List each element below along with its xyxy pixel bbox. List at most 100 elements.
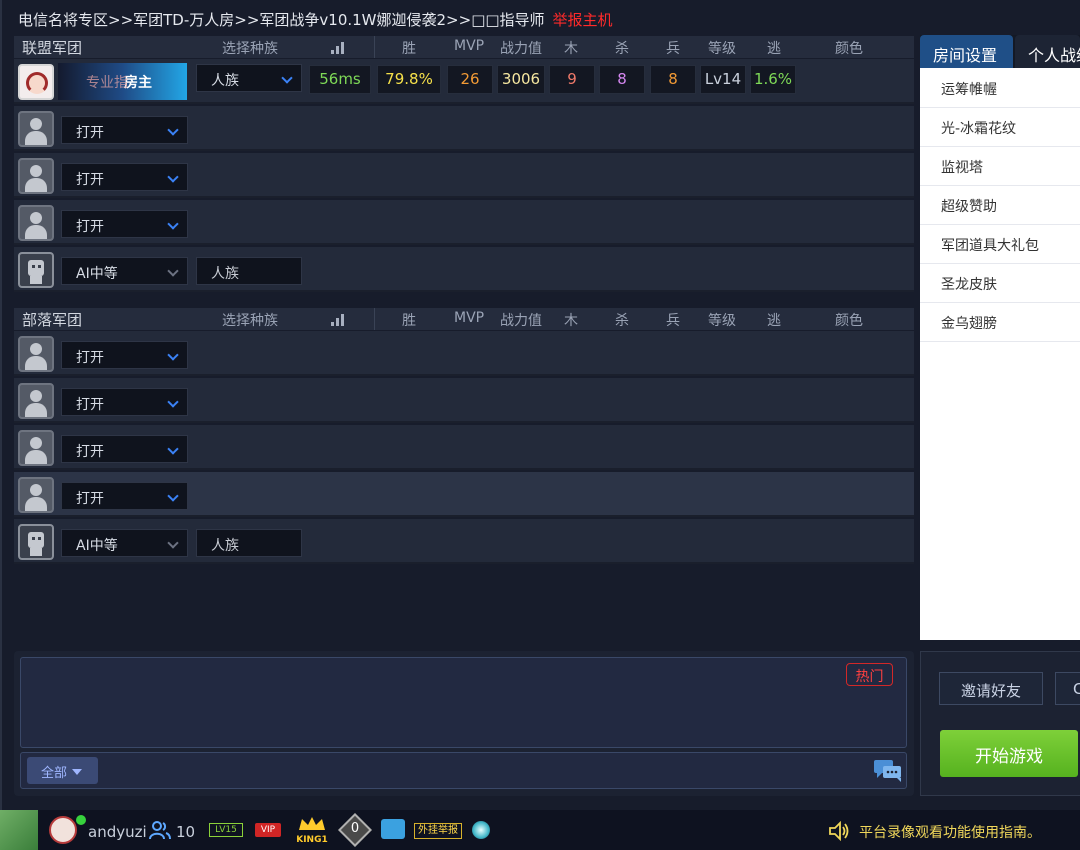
col-soldier: 兵 — [666, 313, 680, 329]
friends-icon[interactable] — [148, 820, 172, 840]
chevron-down-icon — [167, 171, 179, 183]
host-ping: 56ms — [309, 65, 371, 94]
horde-slot-row: 打开 — [14, 378, 914, 423]
robot-icon — [18, 524, 54, 560]
chevron-down-icon — [167, 218, 179, 230]
host-avatar[interactable] — [18, 64, 54, 100]
list-item[interactable]: 圣龙皮肤 — [920, 264, 1080, 303]
alliance-slot-row: 打开 — [14, 200, 914, 245]
briefcase-icon[interactable] — [381, 819, 405, 839]
list-item[interactable]: 超级赞助 — [920, 186, 1080, 225]
slot-status-select[interactable]: 打开 — [61, 116, 188, 144]
chevron-down-icon — [167, 349, 179, 361]
list-item[interactable]: 金乌翅膀 — [920, 303, 1080, 342]
chat-input[interactable] — [20, 752, 907, 789]
ai-difficulty-select[interactable]: AI中等 — [61, 529, 188, 557]
tab-room-settings[interactable]: 房间设置 — [920, 35, 1013, 68]
chevron-down-icon — [167, 124, 179, 136]
chevron-down-icon — [167, 443, 179, 455]
invite-friends-button[interactable]: 邀请好友 — [939, 672, 1043, 705]
col-level: 等级 — [708, 313, 736, 329]
list-item[interactable]: 军团道具大礼包 — [920, 225, 1080, 264]
col-color: 颜色 — [835, 41, 863, 57]
secondary-button[interactable]: C — [1055, 672, 1080, 705]
horde-slot-row: 打开 — [14, 331, 914, 376]
list-item[interactable]: 光-冰霜花纹 — [920, 108, 1080, 147]
chevron-down-icon — [167, 265, 179, 277]
col-power: 战力值 — [500, 41, 542, 57]
user-avatar[interactable] — [49, 816, 77, 844]
speaker-icon[interactable] — [828, 821, 850, 841]
empty-slot-avatar — [18, 477, 54, 513]
slot-status-select[interactable]: 打开 — [61, 482, 188, 510]
horde-slot-row: 打开 — [14, 425, 914, 470]
col-wood: 木 — [564, 313, 578, 329]
col-race: 选择种族 — [222, 313, 278, 329]
col-race: 选择种族 — [222, 41, 278, 57]
online-indicator — [76, 815, 86, 825]
empty-slot-avatar — [18, 383, 54, 419]
cheat-report-button[interactable]: 外挂举报 — [414, 823, 462, 839]
col-wood: 木 — [564, 41, 578, 57]
host-escape: 1.6% — [750, 65, 796, 94]
col-mvp: MVP — [454, 38, 485, 54]
slot-status-select[interactable]: 打开 — [61, 210, 188, 238]
slot-status-select[interactable]: 打开 — [61, 435, 188, 463]
friends-count: 10 — [176, 823, 196, 841]
empty-slot-avatar — [18, 111, 54, 147]
chevron-down-icon — [167, 490, 179, 502]
col-win: 胜 — [402, 313, 416, 329]
king-badge[interactable]: KING1 — [294, 816, 330, 845]
window-frame — [0, 0, 2, 810]
empty-slot-avatar — [18, 205, 54, 241]
hot-button[interactable]: 热门 — [846, 663, 893, 686]
col-kill: 杀 — [615, 41, 629, 57]
col-win: 胜 — [402, 41, 416, 57]
chat-messages — [20, 657, 907, 748]
report-host-link[interactable]: 举报主机 — [553, 11, 613, 29]
ai-race-box[interactable]: 人族 — [196, 529, 302, 557]
slot-status-select[interactable]: 打开 — [61, 341, 188, 369]
orb-icon[interactable] — [472, 821, 490, 839]
host-race-select[interactable]: 人族 — [196, 64, 302, 92]
host-win-rate: 79.8% — [377, 65, 441, 94]
slot-status-select[interactable]: 打开 — [61, 388, 188, 416]
host-kill: 8 — [599, 65, 645, 94]
horde-slot-row: 打开 — [14, 472, 914, 517]
host-power: 3006 — [497, 65, 545, 94]
host-level: Lv14 — [700, 65, 746, 94]
channel-select[interactable]: 全部 — [27, 757, 98, 784]
alliance-slot-row: 打开 — [14, 153, 914, 198]
crown-icon — [299, 817, 325, 830]
host-mvp: 26 — [447, 65, 493, 94]
col-kill: 杀 — [615, 313, 629, 329]
col-level: 等级 — [708, 41, 736, 57]
chat-bubble-icon[interactable] — [873, 758, 903, 782]
desktop-background — [0, 810, 38, 850]
start-game-button[interactable]: 开始游戏 — [940, 730, 1078, 777]
empty-slot-avatar — [18, 430, 54, 466]
chevron-down-icon — [167, 396, 179, 408]
username[interactable]: andyuzi — [88, 823, 147, 841]
ai-difficulty-select[interactable]: AI中等 — [61, 257, 188, 285]
vip-badge[interactable]: VIP — [255, 823, 281, 837]
tab-personal-record[interactable]: 个人战绩 — [1015, 35, 1080, 68]
col-color: 颜色 — [835, 313, 863, 329]
list-item[interactable]: 运筹帷幄 — [920, 69, 1080, 108]
level-badge: LV15 — [209, 823, 243, 837]
list-item[interactable]: 监视塔 — [920, 147, 1080, 186]
alliance-ai-row: AI中等 人族 — [14, 247, 914, 292]
host-banner: 专业指房主 — [58, 63, 187, 100]
empty-slot-avatar — [18, 336, 54, 372]
empty-slot-avatar — [18, 158, 54, 194]
slot-status-select[interactable]: 打开 — [61, 163, 188, 191]
guide-tip[interactable]: 平台录像观看功能使用指南。 — [859, 822, 1041, 842]
col-soldier: 兵 — [666, 41, 680, 57]
alliance-title: 联盟军团 — [22, 39, 83, 57]
chevron-down-icon — [167, 537, 179, 549]
ai-race-box[interactable]: 人族 — [196, 257, 302, 285]
host-wood: 9 — [549, 65, 595, 94]
alliance-slot-row: 打开 — [14, 106, 914, 151]
host-row: 专业指房主 人族 56ms 79.8% 26 3006 9 8 8 Lv14 1… — [14, 59, 914, 104]
right-tabs: 房间设置 个人战绩 — [920, 35, 1080, 68]
